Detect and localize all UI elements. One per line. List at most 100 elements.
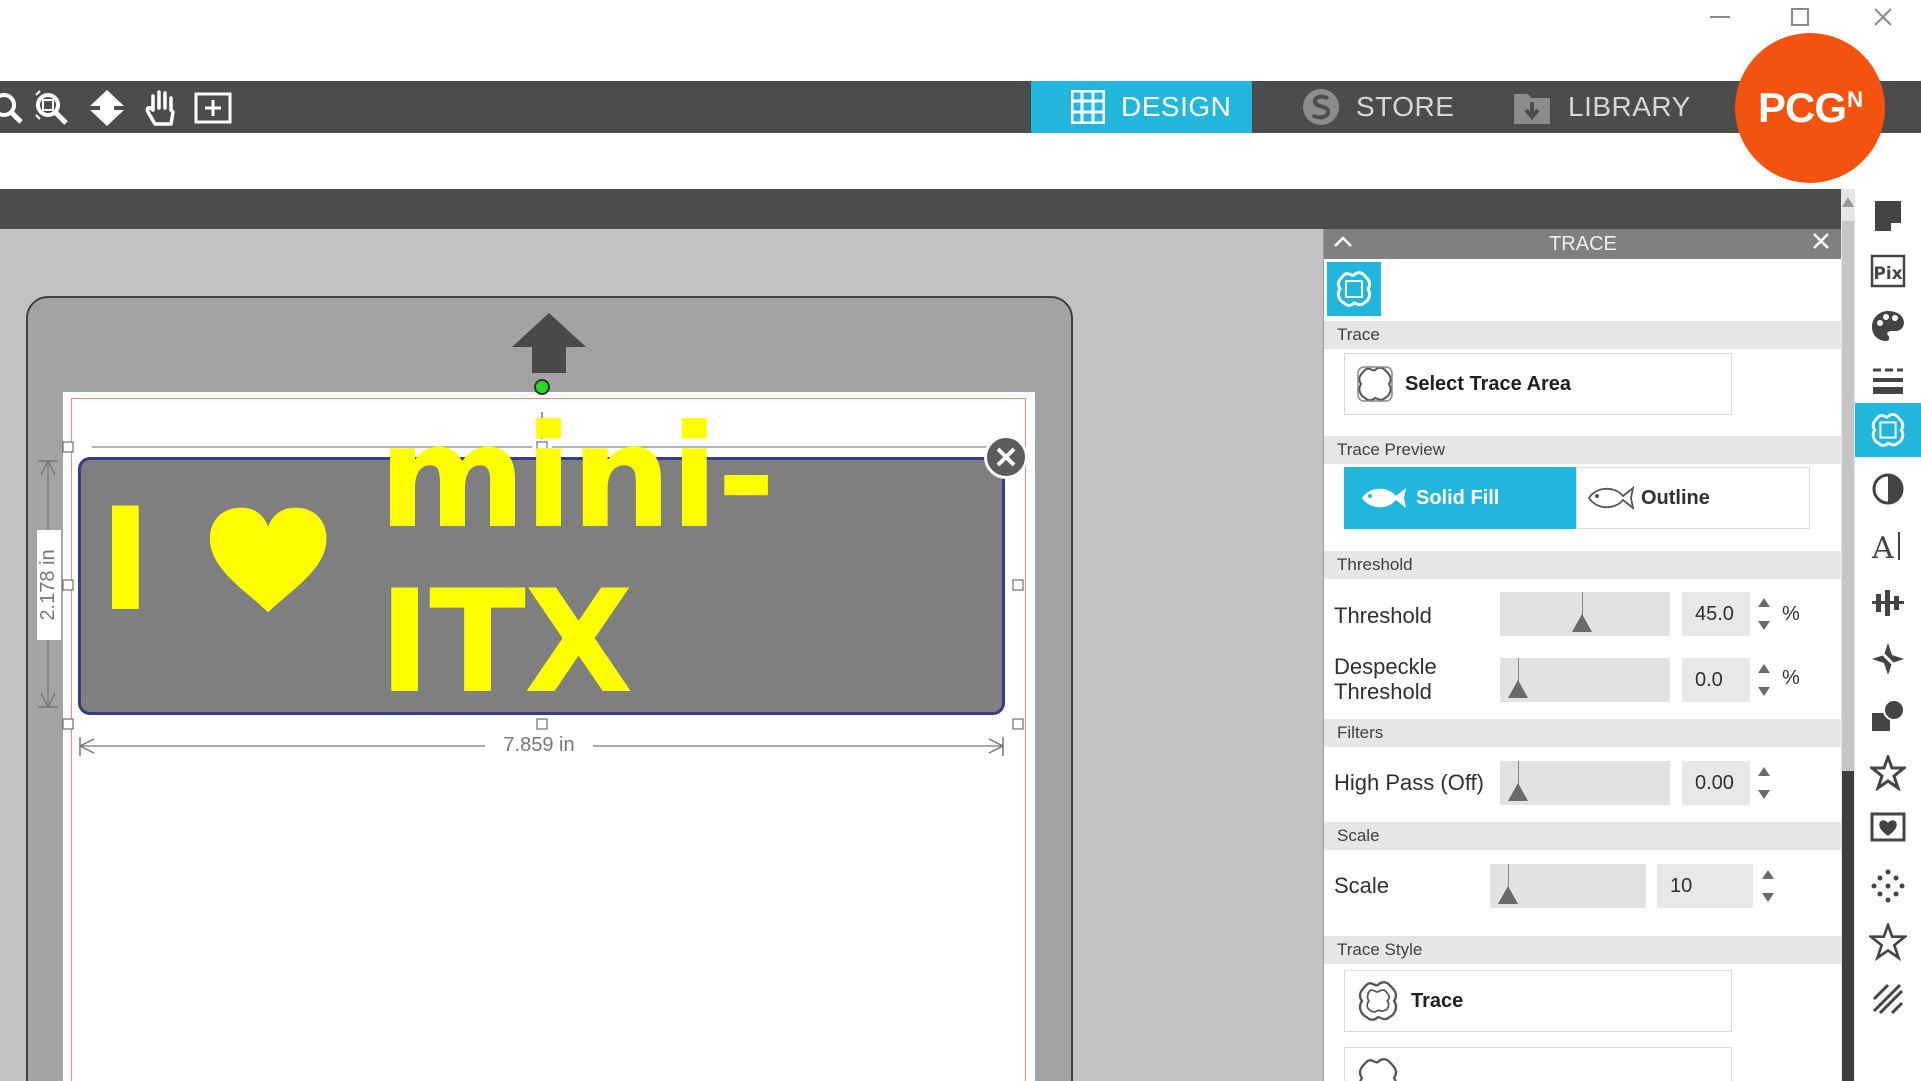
section-trace: Trace bbox=[1324, 321, 1841, 349]
resize-handle-bl[interactable] bbox=[62, 718, 74, 730]
resize-handle-br[interactable] bbox=[1012, 718, 1024, 730]
hatch-pattern-icon bbox=[1872, 983, 1904, 1015]
threshold-input[interactable]: 45.0 bbox=[1682, 592, 1750, 636]
strip-fill-color[interactable] bbox=[1855, 299, 1921, 353]
panel-scrollbar[interactable] bbox=[1841, 189, 1855, 1081]
section-scale: Scale bbox=[1324, 822, 1841, 850]
text-icon: A bbox=[1871, 531, 1900, 564]
pcgn-logo: PCG N bbox=[1735, 33, 1885, 183]
heart-icon bbox=[209, 507, 327, 613]
threshold-slider[interactable] bbox=[1500, 592, 1670, 636]
scale-slider[interactable] bbox=[1490, 864, 1646, 908]
tab-design[interactable]: DESIGN bbox=[1031, 81, 1252, 133]
strip-sketch[interactable] bbox=[1855, 859, 1921, 913]
threshold-spinner[interactable] bbox=[1756, 592, 1772, 636]
strip-fill-pattern[interactable] bbox=[1855, 972, 1921, 1026]
star-outline-icon bbox=[1869, 923, 1907, 961]
design-canvas[interactable]: I mini-ITX 2.178 in 7.859 in bbox=[0, 229, 1323, 1081]
despeckle-input[interactable]: 0.0 bbox=[1682, 658, 1750, 702]
trace-outer-edge-icon bbox=[1358, 1058, 1398, 1081]
height-dimension-label: 2.178 in bbox=[37, 530, 61, 640]
maximize-button[interactable] bbox=[1760, 0, 1840, 34]
slider-thumb[interactable] bbox=[1508, 680, 1528, 698]
despeckle-slider[interactable] bbox=[1500, 658, 1670, 702]
scrollbar-thumb[interactable] bbox=[1842, 771, 1854, 1081]
slider-thumb[interactable] bbox=[1498, 886, 1518, 904]
trace-style-trace-button[interactable]: Trace bbox=[1344, 970, 1732, 1032]
logo-text: PCG bbox=[1758, 84, 1847, 131]
tab-library-label: LIBRARY bbox=[1568, 91, 1691, 122]
slider-thumb[interactable] bbox=[1571, 614, 1592, 632]
pixscan-icon: Pix bbox=[1870, 254, 1906, 288]
strip-line-style[interactable] bbox=[1855, 354, 1921, 408]
slider-thumb[interactable] bbox=[1508, 783, 1528, 801]
strip-pixscan[interactable]: Pix bbox=[1855, 244, 1921, 298]
strip-library-designs[interactable] bbox=[1855, 802, 1921, 856]
trace-tab-button[interactable] bbox=[1327, 262, 1381, 316]
strip-offset[interactable] bbox=[1855, 632, 1921, 686]
close-icon bbox=[996, 447, 1016, 467]
right-panel-strip: Pix A bbox=[1855, 189, 1921, 1081]
zoom-out-tool[interactable] bbox=[0, 85, 30, 131]
traced-image-object[interactable]: I mini-ITX bbox=[78, 395, 1008, 725]
section-threshold: Threshold bbox=[1324, 551, 1841, 579]
high-pass-input[interactable]: 0.00 bbox=[1682, 761, 1750, 805]
trace-icon bbox=[1336, 271, 1372, 307]
tab-store[interactable]: STORE bbox=[1252, 81, 1506, 133]
strip-rhinestone[interactable] bbox=[1855, 915, 1921, 969]
trace-panel: TRACE Trace Select Trace Area Trace Prev… bbox=[1323, 229, 1841, 1081]
move-down-tool[interactable] bbox=[84, 85, 130, 131]
scroll-up-icon[interactable] bbox=[1842, 195, 1854, 209]
modify-shapes-icon bbox=[1872, 699, 1905, 731]
library-download-icon bbox=[1514, 94, 1550, 124]
solid-fill-button[interactable]: Solid Fill bbox=[1344, 467, 1576, 529]
outline-button[interactable]: Outline bbox=[1576, 467, 1810, 529]
outline-label: Outline bbox=[1641, 486, 1710, 509]
design-text-i: I bbox=[99, 477, 152, 643]
zoom-fit-tool[interactable] bbox=[28, 85, 74, 131]
threshold-label: Threshold bbox=[1334, 603, 1432, 628]
design-text-line: I mini-ITX bbox=[81, 395, 1008, 725]
solid-fill-label: Solid Fill bbox=[1416, 486, 1500, 509]
tab-design-label: DESIGN bbox=[1121, 91, 1232, 122]
solid-fish-icon bbox=[1362, 488, 1406, 508]
width-dimension-label: 7.859 in bbox=[503, 734, 575, 756]
offset-icon bbox=[1872, 643, 1904, 675]
scale-input[interactable]: 10 bbox=[1657, 864, 1753, 908]
strip-trace[interactable] bbox=[1855, 403, 1921, 457]
zoom-area-tool[interactable] bbox=[190, 85, 236, 131]
panel-header: TRACE bbox=[1324, 229, 1841, 259]
resize-handle-ml[interactable] bbox=[62, 579, 74, 591]
high-pass-slider[interactable] bbox=[1500, 761, 1670, 805]
minimize-button[interactable] bbox=[1680, 0, 1760, 34]
strip-favorites[interactable] bbox=[1855, 746, 1921, 800]
strip-align[interactable] bbox=[1855, 576, 1921, 630]
rotate-handle[interactable] bbox=[534, 379, 550, 395]
collapse-chevron-icon[interactable] bbox=[1332, 231, 1354, 253]
scrollbar-track-upper bbox=[1842, 221, 1854, 771]
strip-page-setup[interactable] bbox=[1855, 189, 1921, 243]
close-window-button[interactable] bbox=[1843, 0, 1921, 34]
zoom-area-icon bbox=[194, 92, 232, 124]
strip-modify[interactable] bbox=[1855, 689, 1921, 743]
high-pass-label: High Pass (Off) bbox=[1334, 770, 1484, 795]
delete-object-button[interactable] bbox=[984, 435, 1028, 479]
design-text-mini-itx: mini-ITX bbox=[378, 395, 775, 725]
grid-icon bbox=[1071, 90, 1105, 124]
store-s-icon bbox=[1303, 89, 1339, 125]
strip-text-style[interactable]: A bbox=[1855, 519, 1921, 573]
despeckle-spinner[interactable] bbox=[1756, 658, 1772, 702]
scale-spinner[interactable] bbox=[1760, 864, 1776, 908]
resize-handle-tl[interactable] bbox=[62, 441, 74, 453]
high-pass-spinner[interactable] bbox=[1756, 761, 1772, 805]
resize-handle-mr[interactable] bbox=[1012, 579, 1024, 591]
strip-image-effects[interactable] bbox=[1855, 462, 1921, 516]
despeckle-label-line1: Despeckle bbox=[1334, 654, 1437, 679]
trace-style-next-button[interactable] bbox=[1344, 1047, 1732, 1081]
pan-tool[interactable] bbox=[138, 85, 184, 131]
select-trace-area-button[interactable]: Select Trace Area bbox=[1344, 353, 1732, 415]
tab-library[interactable]: LIBRARY bbox=[1506, 81, 1741, 133]
move-down-icon bbox=[90, 90, 124, 126]
svg-text:A: A bbox=[1871, 531, 1894, 564]
close-panel-icon[interactable] bbox=[1812, 232, 1830, 250]
